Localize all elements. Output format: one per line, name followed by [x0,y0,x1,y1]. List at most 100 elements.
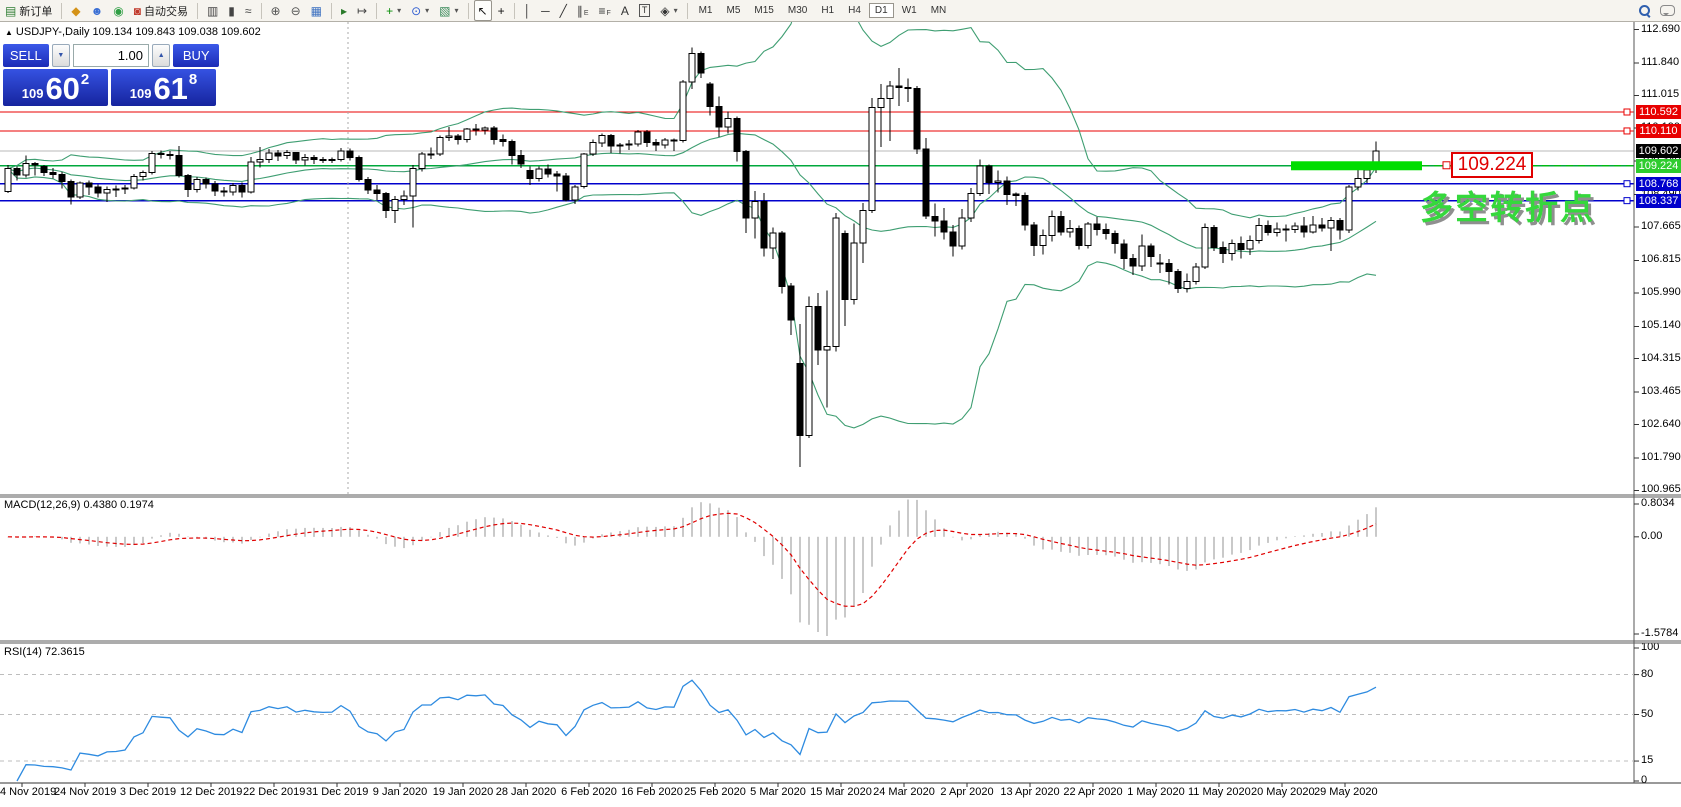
macd-histogram-bar [1231,537,1233,555]
tile-windows-button[interactable]: ▦ [307,0,326,21]
new-order-button[interactable]: ▤新订单 [1,0,56,21]
chevron-down-icon[interactable]: ▾ [674,6,678,15]
candle-body [1166,263,1172,271]
volume-up-button[interactable]: ▲ [152,44,170,67]
candle-body [428,154,434,155]
price-badge-110.592: 110.592 [1636,105,1681,119]
text-label-button[interactable]: T [635,0,655,21]
toolbar-separator [261,3,262,19]
macd-histogram-bar [1024,537,1026,539]
horizontal-line-icon: ─ [541,5,550,17]
macd-histogram-bar [124,537,126,547]
candle-body [1346,187,1352,230]
candle-body [590,143,596,154]
buy-button[interactable]: BUY [173,44,219,67]
chart-canvas[interactable] [0,0,1681,807]
chevron-down-icon[interactable]: ▾ [425,6,429,15]
candle-body [122,188,128,189]
vertical-line-button[interactable]: │ [520,0,536,21]
toolbar-right-group [1639,0,1675,21]
candle-body [1220,247,1226,253]
market-watch-button[interactable]: ☻ [87,0,108,21]
candle-body [806,307,812,436]
sell-button[interactable]: SELL [3,44,49,67]
horizontal-line-button[interactable]: ─ [537,0,554,21]
macd-histogram-bar [574,537,576,546]
signals-button[interactable]: ◉ [109,0,127,21]
macd-histogram-bar [376,537,378,539]
indicators-button[interactable]: +▾ [382,0,405,21]
timeframe-button-h4[interactable]: H4 [842,3,867,18]
sell-price-display[interactable]: 109 60 2 [3,69,108,106]
buy-price-main: 61 [153,72,187,105]
timeframe-button-m1[interactable]: M1 [693,3,719,18]
macd-histogram-bar [1132,537,1134,563]
shapes-button[interactable]: ◈▾ [656,0,681,21]
tile-windows-icon: ▦ [311,5,322,17]
fibonacci-button[interactable]: ≡F [595,0,615,21]
candle-body [230,186,236,192]
macd-histogram-bar [178,534,180,537]
zoom-out-button[interactable]: ⊖ [287,0,305,21]
periods-button[interactable]: ⊙▾ [407,0,433,21]
macd-histogram-bar [277,531,279,537]
search-icon[interactable] [1639,5,1650,16]
volume-input[interactable] [73,44,149,67]
candle-body [689,54,695,83]
candle-body [1067,228,1073,232]
symbol-period-label: USDJPY-,Daily [16,26,90,38]
crosshair-button[interactable]: + [494,0,509,21]
collapse-triangle-icon[interactable]: ▲ [5,28,13,37]
equidistant-channel-button[interactable]: ∥E [573,0,593,21]
timeframe-button-h1[interactable]: H1 [815,3,840,18]
macd-histogram-bar [1204,537,1206,563]
chevron-down-icon[interactable]: ▾ [397,6,401,15]
candle-body [167,155,173,156]
market-watch-icon: ☻ [91,5,104,17]
timeframe-button-m30[interactable]: M30 [782,3,813,18]
macd-histogram-bar [385,537,387,544]
macd-histogram-bar [187,537,189,538]
new-order-button-label: 新订单 [19,3,52,19]
macd-histogram-bar [268,534,270,537]
timeframe-button-mn[interactable]: MN [925,3,953,18]
candle-body [788,286,794,320]
volume-down-button[interactable]: ▼ [52,44,70,67]
candlestick-chart-type-button[interactable]: ▮ [224,0,239,21]
chevron-down-icon[interactable]: ▾ [455,6,459,15]
timeframe-button-d1[interactable]: D1 [869,3,894,18]
macd-histogram-bar [736,517,738,537]
timeframe-button-m5[interactable]: M5 [721,3,747,18]
candle-body [1319,225,1325,228]
line-handle [1624,181,1630,187]
zoom-in-button[interactable]: ⊕ [267,0,285,21]
line-chart-type-button[interactable]: ≈ [241,0,256,21]
auto-scroll-button[interactable]: ▸ [337,0,351,21]
chart-profiles-button[interactable]: ◆ [67,0,84,21]
chat-icon[interactable] [1660,5,1675,16]
candle-body [437,138,443,155]
timeframe-button-m15[interactable]: M15 [748,3,779,18]
templates-button[interactable]: ▧▾ [435,0,462,21]
autotrading-button[interactable]: ◙自动交易 [130,0,192,21]
macd-histogram-bar [1285,537,1287,539]
chart-shift-button[interactable]: ↦ [353,0,371,21]
macd-histogram-bar [556,537,558,538]
bar-chart-type-button[interactable]: ▥ [203,0,222,21]
candle-body [1058,217,1064,232]
price-annotation-box[interactable]: 109.224 [1451,152,1533,178]
cursor-button[interactable]: ↖ [474,0,492,21]
macd-histogram-bar [709,503,711,536]
trendline-button[interactable]: ╱ [556,0,571,21]
buy-price-display[interactable]: 109 61 8 [111,69,216,106]
macd-histogram-bar [1276,537,1278,541]
chart-shift-icon: ↦ [357,5,367,17]
candle-body [545,169,551,174]
candle-body [815,307,821,350]
candle-body [914,89,920,150]
candle-body [977,166,983,194]
timeframe-button-w1[interactable]: W1 [896,3,923,18]
templates-icon: ▧ [439,5,450,17]
text-button[interactable]: A [617,0,633,21]
price-badge-109.602: 109.602 [1636,144,1681,158]
